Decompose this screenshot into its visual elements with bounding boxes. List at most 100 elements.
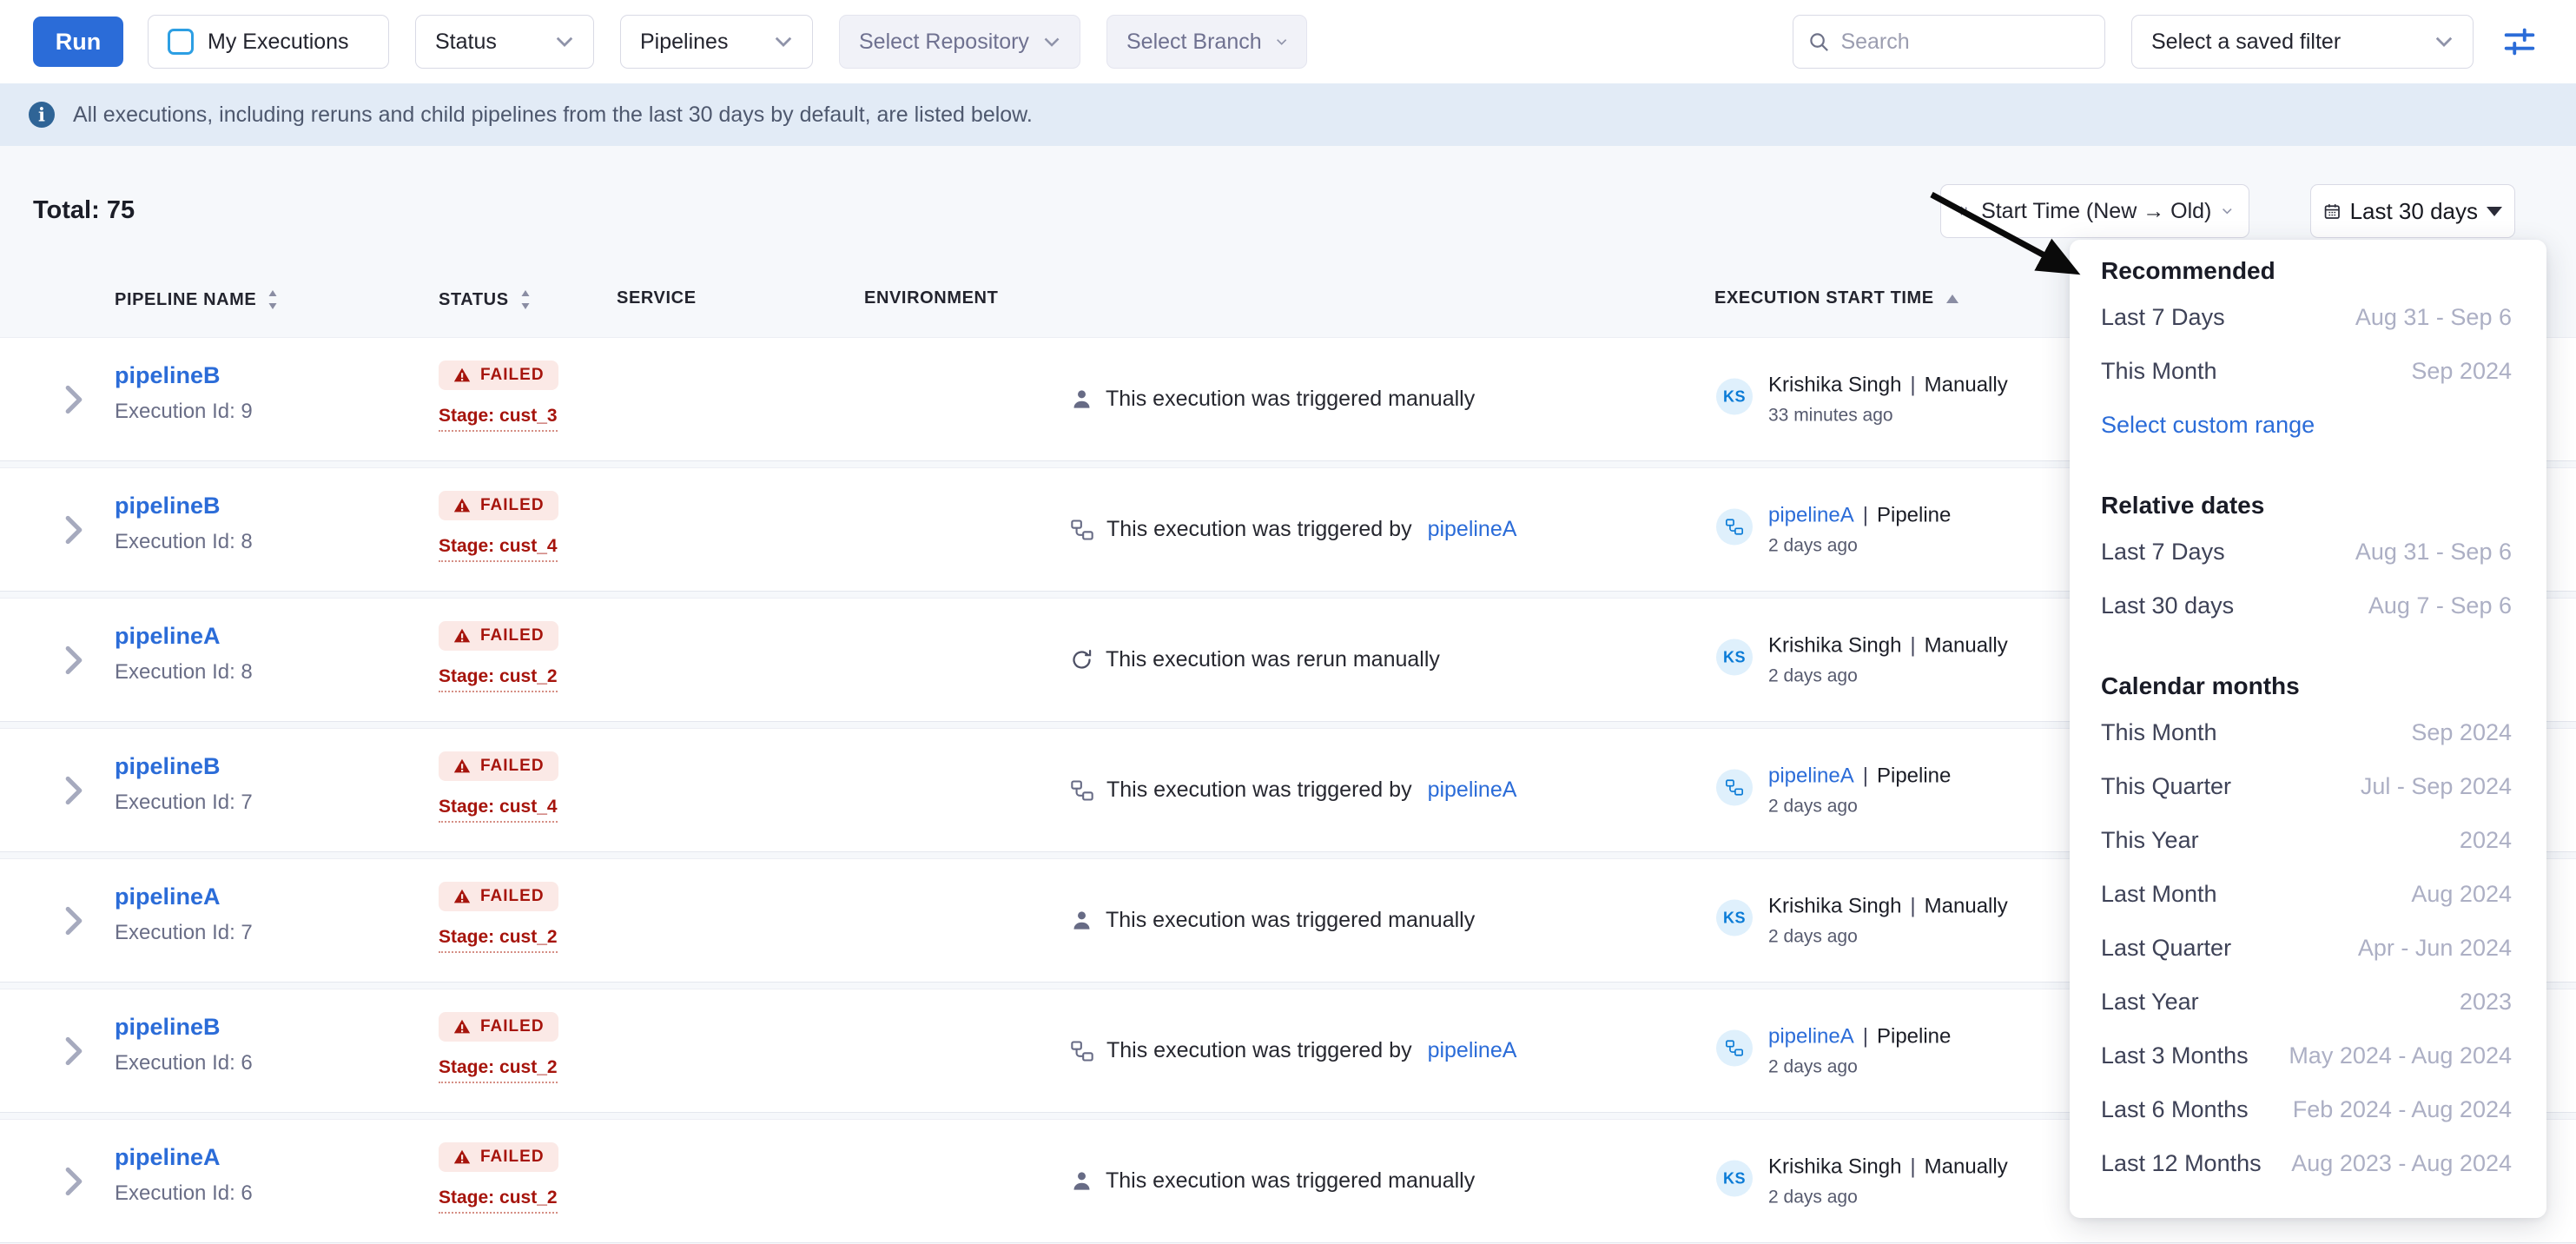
date-menu-item[interactable]: This Year 2024: [2101, 813, 2512, 867]
row-expand-button[interactable]: [64, 1167, 83, 1196]
pipelines-filter-dropdown[interactable]: Pipelines: [620, 15, 813, 69]
trigger-info-cell: This execution was triggered manually: [1070, 1120, 1475, 1242]
warning-icon: [452, 626, 472, 645]
failed-stage-link[interactable]: Stage: cust_2: [439, 1057, 558, 1083]
pipeline-name-cell: pipelineA Execution Id: 6: [115, 1144, 253, 1206]
menu-select-custom-range[interactable]: Select custom range: [2101, 398, 2512, 452]
avatar: KS: [1716, 900, 1753, 936]
row-expand-button[interactable]: [64, 906, 83, 936]
chevron-right-icon: [64, 906, 83, 936]
execution-time-ago: 2 days ago: [1768, 1187, 2008, 1208]
pipeline-name-cell: pipelineA Execution Id: 7: [115, 883, 253, 945]
header-environment[interactable]: ENVIRONMENT: [864, 288, 998, 308]
person-icon: [1070, 909, 1093, 932]
sort-dropdown[interactable]: Start Time (New → Old): [1940, 184, 2249, 238]
info-icon: i: [26, 99, 57, 130]
status-badge: FAILED: [439, 882, 558, 911]
search-icon: [1807, 30, 1830, 53]
date-menu-item[interactable]: Last 12 Months Aug 2023 - Aug 2024: [2101, 1136, 2512, 1190]
pipeline-name-link[interactable]: pipelineA: [115, 623, 253, 650]
status-cell: FAILED Stage: cust_2: [439, 1012, 558, 1083]
starter-mode: Pipeline: [1877, 764, 1951, 788]
date-menu-item[interactable]: This Month Sep 2024: [2101, 705, 2512, 759]
chevron-down-icon: [555, 36, 574, 48]
header-execution-start-time[interactable]: EXECUTION START TIME: [1714, 288, 1960, 308]
saved-filter-dropdown[interactable]: Select a saved filter: [2131, 15, 2474, 69]
trigger-info-cell: This execution was triggered manually: [1070, 338, 1475, 460]
pipeline-name-link[interactable]: pipelineA: [115, 883, 253, 910]
chevron-right-icon: [64, 645, 83, 675]
trigger-info-cell: This execution was triggered manually: [1070, 859, 1475, 982]
row-expand-button[interactable]: [64, 776, 83, 805]
date-menu-item[interactable]: Last 7 Days Aug 31 - Sep 6: [2101, 290, 2512, 344]
date-menu-item[interactable]: Last Year 2023: [2101, 975, 2512, 1029]
date-menu-item[interactable]: This Month Sep 2024: [2101, 344, 2512, 398]
my-executions-toggle[interactable]: My Executions: [148, 15, 389, 69]
avatar: [1716, 770, 1753, 806]
pipeline-name-link[interactable]: pipelineA: [115, 1144, 253, 1171]
date-menu-section: Recommended Last 7 Days Aug 31 - Sep 6 T…: [2101, 252, 2512, 452]
search-input[interactable]: [1840, 30, 2091, 55]
date-menu-item[interactable]: Last 3 Months May 2024 - Aug 2024: [2101, 1029, 2512, 1082]
date-menu-item[interactable]: Last 30 days Aug 7 - Sep 6: [2101, 579, 2512, 632]
branch-filter-dropdown[interactable]: Select Branch: [1106, 15, 1307, 69]
chevron-down-icon: [1043, 36, 1060, 48]
pipeline-name-link[interactable]: pipelineB: [115, 1014, 253, 1041]
date-menu-section: Relative dates Last 7 Days Aug 31 - Sep …: [2101, 486, 2512, 632]
row-expand-button[interactable]: [64, 385, 83, 414]
row-expand-button[interactable]: [64, 515, 83, 545]
header-status[interactable]: STATUS: [439, 288, 532, 311]
pipeline-icon: [1070, 1039, 1094, 1063]
person-icon: [1070, 1169, 1093, 1193]
failed-stage-link[interactable]: Stage: cust_4: [439, 797, 558, 823]
warning-icon: [452, 366, 472, 385]
trigger-pipeline-link[interactable]: pipelineA: [1428, 1038, 1517, 1063]
date-menu-item[interactable]: This Quarter Jul - Sep 2024: [2101, 759, 2512, 813]
warning-icon: [452, 496, 472, 515]
date-menu-item[interactable]: Last Month Aug 2024: [2101, 867, 2512, 921]
trigger-pipeline-link[interactable]: pipelineA: [1428, 517, 1517, 542]
pipeline-name-link[interactable]: pipelineB: [115, 362, 253, 389]
branch-filter-label: Select Branch: [1126, 30, 1262, 55]
starter-details: pipelineA | Pipeline 2 days ago: [1768, 503, 1951, 556]
row-expand-button[interactable]: [64, 1036, 83, 1066]
trigger-pipeline-link[interactable]: pipelineA: [1428, 778, 1517, 803]
starter-name: Krishika Singh: [1768, 1155, 1901, 1179]
header-service[interactable]: SERVICE: [617, 288, 697, 308]
failed-stage-link[interactable]: Stage: cust_2: [439, 927, 558, 953]
search-box[interactable]: [1793, 15, 2105, 69]
trigger-text: This execution was triggered manually: [1106, 908, 1475, 933]
trigger-info-cell: This execution was rerun manually: [1070, 599, 1440, 721]
date-range-menu: Recommended Last 7 Days Aug 31 - Sep 6 T…: [2070, 240, 2546, 1218]
pipeline-icon: [1725, 518, 1744, 537]
starter-mode: Manually: [1925, 894, 2008, 918]
date-menu-item[interactable]: Last 7 Days Aug 31 - Sep 6: [2101, 525, 2512, 579]
date-menu-section-header: Relative dates: [2101, 486, 2512, 525]
status-filter-dropdown[interactable]: Status: [415, 15, 594, 69]
filter-settings-button[interactable]: [2500, 22, 2540, 62]
failed-stage-link[interactable]: Stage: cust_2: [439, 666, 558, 692]
run-button[interactable]: Run: [33, 17, 123, 67]
date-range-button[interactable]: Last 30 days: [2310, 184, 2515, 238]
row-expand-button[interactable]: [64, 645, 83, 675]
header-pipeline-name[interactable]: PIPELINE NAME: [115, 288, 279, 311]
chevron-down-icon: [1276, 38, 1287, 45]
trigger-text: This execution was rerun manually: [1106, 647, 1440, 672]
pipeline-name-link[interactable]: pipelineB: [115, 493, 253, 519]
status-badge: FAILED: [439, 621, 558, 651]
pipeline-name-link[interactable]: pipelineB: [115, 753, 253, 780]
start-time-cell: pipelineA | Pipeline 2 days ago: [1716, 1024, 1951, 1077]
pipeline-icon: [1725, 1039, 1744, 1058]
pipelines-filter-label: Pipelines: [640, 30, 728, 55]
repository-filter-dropdown[interactable]: Select Repository: [839, 15, 1080, 69]
failed-stage-link[interactable]: Stage: cust_2: [439, 1188, 558, 1214]
execution-id: Execution Id: 8: [115, 530, 253, 554]
date-menu-item[interactable]: Last Quarter Apr - Jun 2024: [2101, 921, 2512, 975]
status-cell: FAILED Stage: cust_4: [439, 491, 558, 562]
date-menu-item[interactable]: Last 6 Months Feb 2024 - Aug 2024: [2101, 1082, 2512, 1136]
caret-down-icon: [2487, 207, 2502, 216]
failed-stage-link[interactable]: Stage: cust_4: [439, 536, 558, 562]
my-executions-checkbox[interactable]: [168, 29, 194, 55]
failed-stage-link[interactable]: Stage: cust_3: [439, 406, 558, 432]
trigger-text: This execution was triggered by: [1106, 517, 1412, 542]
